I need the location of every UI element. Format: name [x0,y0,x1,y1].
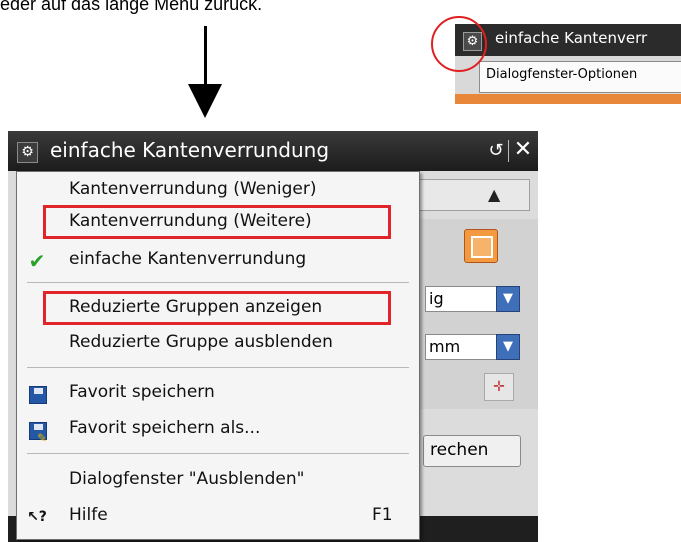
cube-icon [471,236,493,258]
floppy-disk-icon [27,384,47,404]
menu-item-hide-dialog[interactable]: Dialogfenster "Ausblenden" [17,467,419,495]
menu-item-hide-group[interactable]: Reduzierte Gruppe ausblenden [17,330,419,358]
dialog-options-menu: Kantenverrundung (Weniger) Kantenverrund… [16,171,420,540]
section-header[interactable] [418,179,530,211]
menu-divider [27,453,409,454]
reset-icon[interactable]: ↺ [486,141,506,161]
highlight-box [43,205,391,239]
unit-dropdown[interactable]: mm [425,334,497,360]
help-pointer-icon: ↖? [27,509,47,525]
menu-item-label: einfache Kantenverrundung [69,249,307,269]
inset-menu-item[interactable]: Dialogfenster-Optionen [479,61,681,93]
down-arrow-icon [188,84,222,118]
floppy-disk-edit-icon: ✎ [27,420,47,445]
menu-item-help[interactable]: ↖? Hilfe F1 [17,503,419,531]
chevron-down-icon[interactable]: ▼ [496,334,520,360]
gear-icon[interactable]: ⚙ [17,142,38,163]
menu-item-less[interactable]: Kantenverrundung (Weniger) [17,177,419,205]
inset-orange-strip [455,94,681,104]
titlebar-divider [508,140,509,162]
menu-item-save-favorite-as[interactable]: ✎ Favorit speichern als... [17,416,419,445]
unit-dropdown-value: mm [429,337,461,356]
inset-title: einfache Kantenverr [495,29,648,47]
menu-item-shortcut: F1 [372,505,393,525]
menu-item-label: Dialogfenster "Ausblenden" [69,469,305,489]
menu-divider [27,282,409,283]
menu-item-label: Favorit speichern als... [69,418,261,438]
menu-item-simple[interactable]: ✔ einfache Kantenverrundung [17,247,419,275]
menu-item-label: Favorit speichern [69,382,215,402]
highlight-box [43,291,391,325]
cancel-button[interactable]: rechen [423,435,521,467]
menu-divider [27,367,409,368]
point-picker-icon[interactable]: ✛ [484,373,514,401]
inset-menu-label: Dialogfenster-Optionen [486,67,638,82]
chevron-up-icon[interactable]: ▲ [488,185,500,204]
menu-item-label: Reduzierte Gruppe ausblenden [69,332,333,352]
menu-item-label: Hilfe [69,505,108,525]
chevron-down-icon[interactable]: ▼ [496,286,520,312]
dialog-title: einfache Kantenverrundung [50,138,330,162]
menu-item-label: Kantenverrundung (Weniger) [69,179,317,199]
inset-titlebar: ⚙ einfache Kantenverr [455,24,681,56]
inset-screenshot: ⚙ einfache Kantenverr Dialogfenster-Opti… [455,24,681,104]
highlight-ellipse [431,16,487,72]
close-icon[interactable]: ✕ [513,139,533,161]
down-arrow-shaft [204,26,207,86]
checkmark-icon: ✔ [28,249,46,273]
type-dropdown[interactable]: ig [425,286,497,312]
dialog-titlebar: ⚙ einfache Kantenverrundung ↺ ✕ [8,131,538,171]
cancel-label: rechen [430,440,489,460]
instruction-caption: eder auf das lange Menü zurück. [0,0,263,14]
select-body-button[interactable] [464,229,498,263]
menu-item-save-favorite[interactable]: Favorit speichern [17,380,419,408]
type-dropdown-value: ig [429,289,444,308]
